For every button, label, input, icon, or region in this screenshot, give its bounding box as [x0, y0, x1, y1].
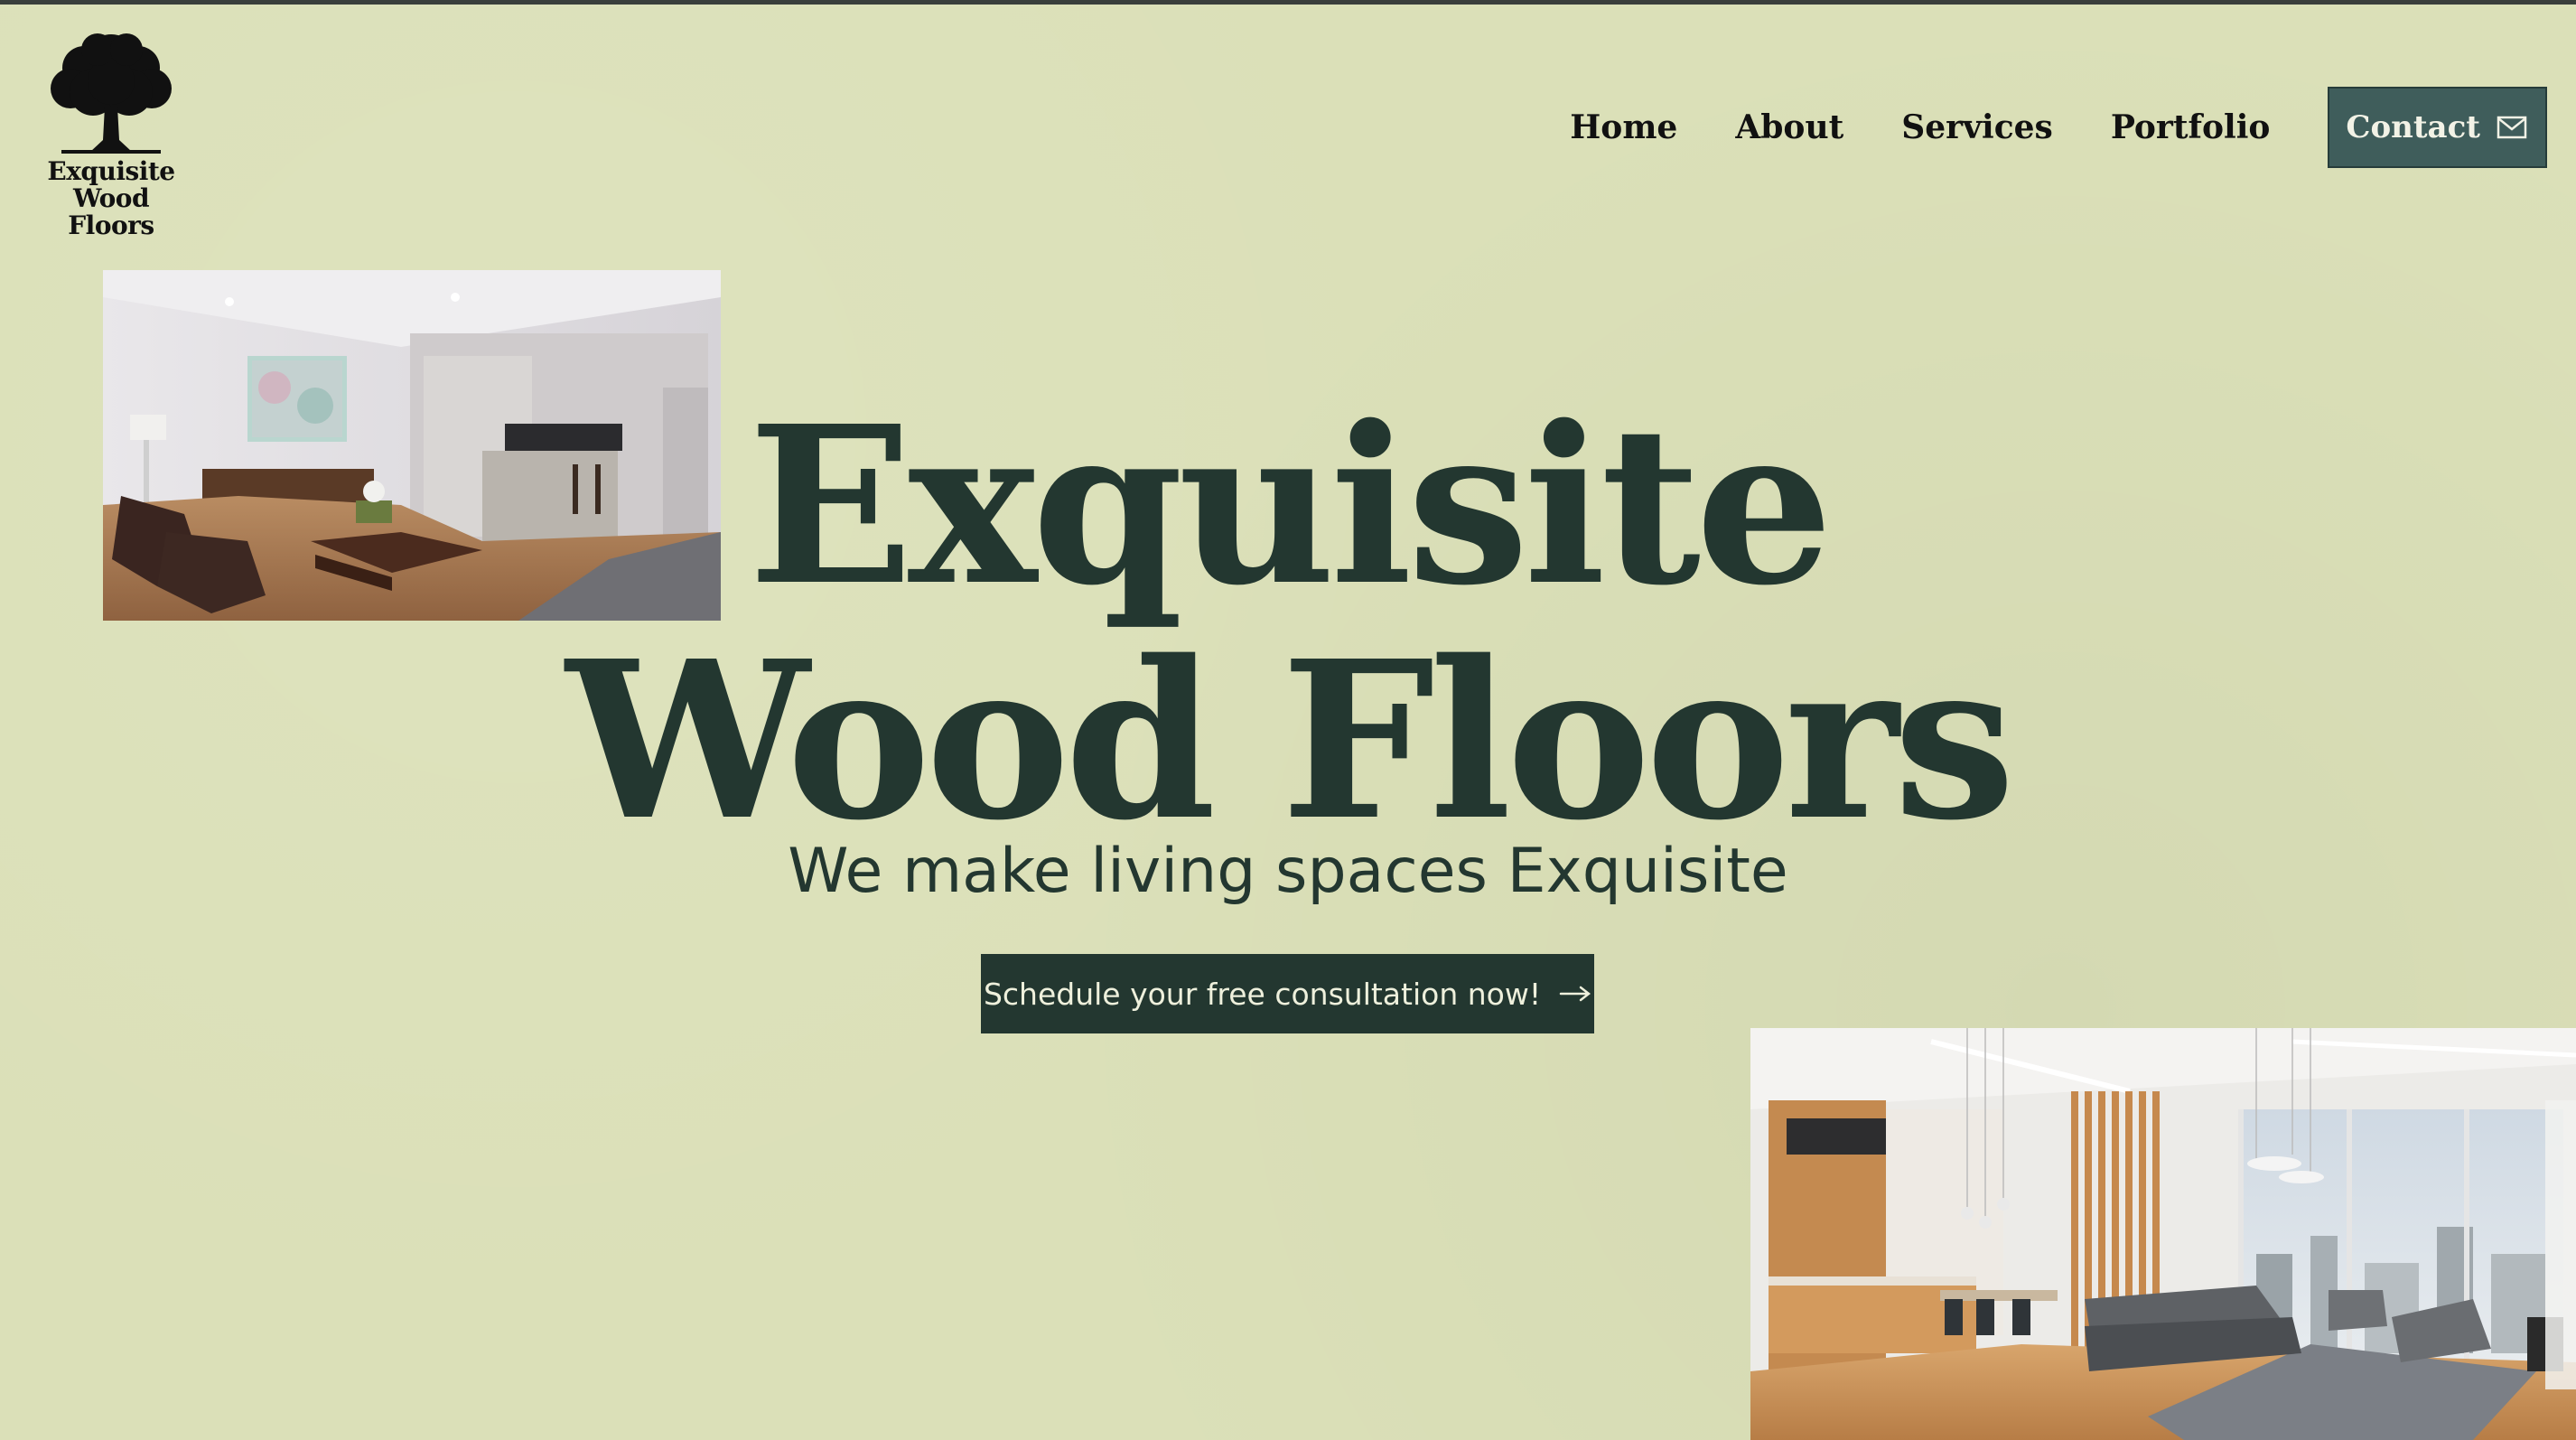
logo[interactable]: Exquisite Wood Floors [27, 27, 195, 239]
contact-button-label: Contact [2346, 109, 2480, 145]
logo-line-1: Exquisite [47, 156, 175, 186]
contact-button[interactable]: Contact [2328, 87, 2547, 168]
schedule-consultation-button[interactable]: Schedule your free consultation now! [981, 954, 1594, 1033]
page: Exquisite Wood Floors Home About Service… [0, 0, 2576, 1440]
mail-icon [2497, 116, 2527, 139]
hero-title-line-1: Exquisite [748, 379, 1833, 633]
hero-subtitle: We make living spaces Exquisite [788, 836, 1788, 907]
arrow-right-icon [1559, 986, 1591, 1002]
logo-text: Exquisite Wood Floors [27, 158, 195, 239]
open-living-room-photo [1750, 1028, 2576, 1440]
logo-line-2: Wood Floors [68, 183, 154, 240]
nav-link-about[interactable]: About [1735, 108, 1843, 146]
hero-title-line-2: Wood Floors [565, 613, 2016, 868]
nav-link-home[interactable]: Home [1570, 108, 1677, 146]
nav-link-services[interactable]: Services [1901, 108, 2053, 146]
cta-label: Schedule your free consultation now! [983, 976, 1542, 1012]
oak-tree-icon [51, 33, 172, 154]
main-nav: Home About Services Portfolio Contact [1570, 87, 2547, 168]
nav-link-portfolio[interactable]: Portfolio [2111, 108, 2271, 146]
hero-title: Exquisite Wood Floors [0, 388, 2576, 858]
window-top-border [0, 0, 2576, 5]
